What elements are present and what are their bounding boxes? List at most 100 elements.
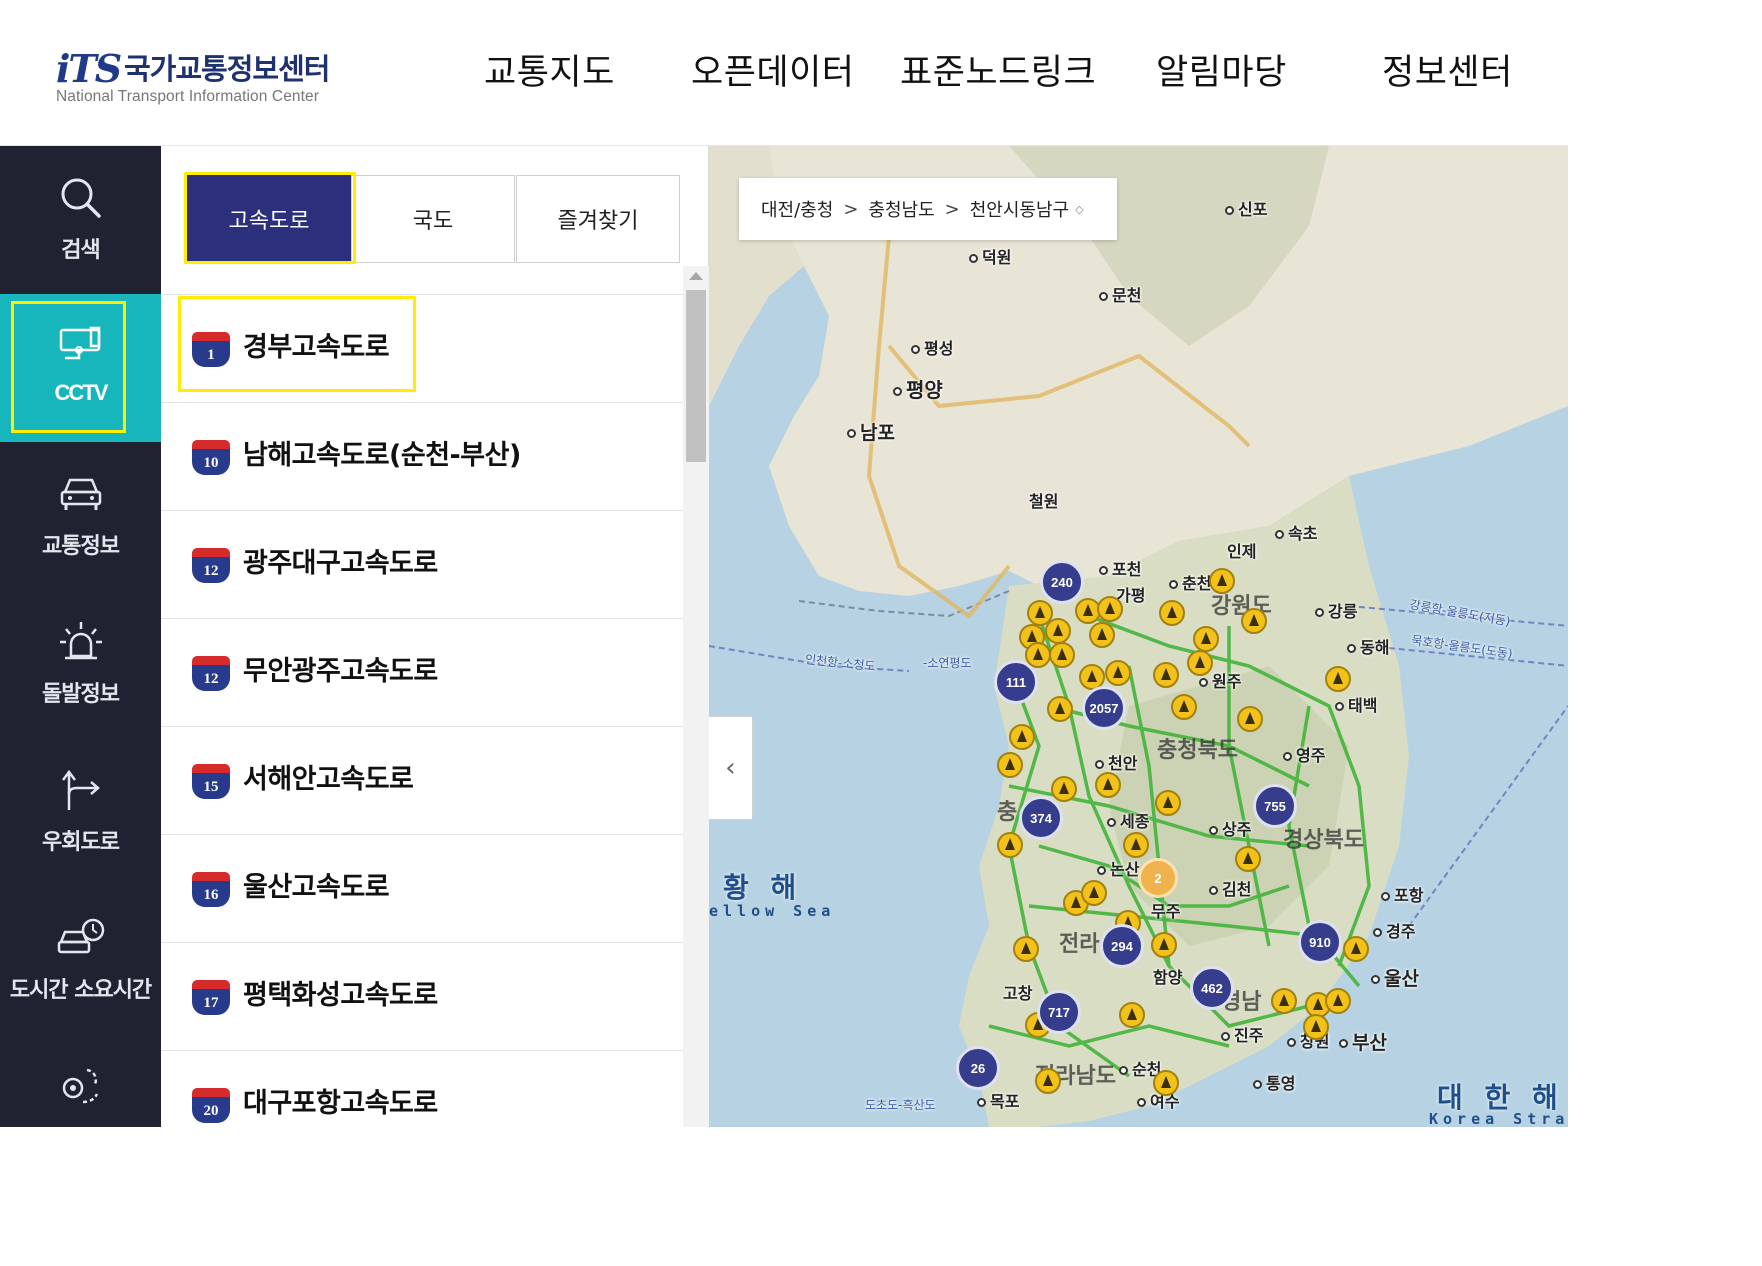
menu-standard-node-link[interactable]: 표준노드링크	[900, 44, 1096, 95]
its-logo-mark: iTS	[56, 46, 122, 91]
tab-label: 즐겨찾기	[557, 209, 639, 234]
cctv-cluster-marker[interactable]: 294	[1100, 924, 1144, 968]
incident-marker[interactable]	[1271, 988, 1297, 1014]
list-item[interactable]: 15 서해안고속도로	[161, 727, 683, 835]
list-item[interactable]: 10 남해고속도로(순천-부산)	[161, 403, 683, 511]
cctv-cluster-marker[interactable]: 755	[1253, 784, 1297, 828]
sidebar-item-traffic-info[interactable]: 교통정보	[0, 442, 161, 590]
cctv-cluster-marker[interactable]: 717	[1037, 990, 1081, 1034]
map-place-label: 철원	[1029, 492, 1059, 511]
list-item[interactable]: 16 울산고속도로	[161, 835, 683, 943]
incident-marker[interactable]	[1241, 608, 1267, 634]
cctv-cluster-marker[interactable]: 462	[1190, 966, 1234, 1010]
sidebar-item-travel-time[interactable]: 도시간 소요시간	[0, 886, 161, 1034]
incident-marker[interactable]	[1047, 696, 1073, 722]
cctv-cluster-marker[interactable]: 2057	[1082, 686, 1126, 730]
location-breadcrumb[interactable]: 대전/충청 > 충청남도 > 천안시동남구 ◇	[739, 178, 1117, 240]
scroll-up-arrow-icon[interactable]	[689, 272, 703, 280]
sidebar-nav: 검색 CCTV 교통정보 돌발정보 우회도로 도시간 소요시간	[0, 146, 161, 1127]
strait-name-sublabel: Korea Strait	[1429, 1110, 1568, 1127]
cctv-cluster-marker[interactable]: 26	[956, 1046, 1000, 1090]
menu-notice[interactable]: 알림마당	[1156, 44, 1287, 95]
its-logo[interactable]: iTS 국가교통정보센터 National Transport Informat…	[56, 44, 356, 108]
incident-marker[interactable]	[1051, 776, 1077, 802]
menu-open-data[interactable]: 오픈데이터	[691, 44, 855, 95]
incident-marker[interactable]	[1159, 600, 1185, 626]
incident-marker[interactable]	[1325, 988, 1351, 1014]
top-header: iTS 국가교통정보센터 National Transport Informat…	[0, 0, 1568, 146]
breadcrumb-region[interactable]: 대전/충청	[761, 196, 833, 222]
incident-marker[interactable]	[1171, 694, 1197, 720]
map-place-label: 논산	[1097, 856, 1139, 880]
panel-collapse-button[interactable]: ‹	[709, 716, 753, 820]
cctv-highlight-box	[11, 301, 126, 433]
sidebar-item-cctv[interactable]: CCTV	[0, 294, 161, 442]
sidebar-item-more[interactable]	[0, 1034, 161, 1182]
incident-cluster-marker[interactable]: 2	[1138, 858, 1178, 898]
incident-marker[interactable]	[1097, 596, 1123, 622]
list-item[interactable]: 1 경부고속도로	[161, 295, 683, 403]
list-scrollbar[interactable]	[683, 266, 709, 1127]
incident-marker[interactable]	[997, 832, 1023, 858]
incident-marker[interactable]	[1153, 1070, 1179, 1096]
incident-marker[interactable]	[1325, 666, 1351, 692]
incident-marker[interactable]	[1013, 936, 1039, 962]
traffic-map[interactable]: 대전/충청 > 충청남도 > 천안시동남구 ◇ ‹ 신포 덕원 문천 평성 평양…	[709, 146, 1568, 1127]
sidebar-item-label: 도시간 소요시간	[9, 978, 152, 1003]
list-item[interactable]: 20 대구포항고속도로	[161, 1051, 683, 1127]
incident-marker[interactable]	[1151, 932, 1177, 958]
incident-marker[interactable]	[1155, 790, 1181, 816]
incident-marker[interactable]	[1193, 626, 1219, 652]
breadcrumb-district[interactable]: 천안시동남구	[970, 196, 1069, 222]
incident-marker[interactable]	[1035, 1068, 1061, 1094]
list-item[interactable]: 17 평택화성고속도로	[161, 943, 683, 1051]
list-item[interactable]: 12 광주대구고속도로	[161, 511, 683, 619]
road-name: 광주대구고속도로	[243, 548, 438, 579]
breadcrumb-caret-icon[interactable]: ◇	[1075, 203, 1083, 216]
incident-marker[interactable]	[1237, 706, 1263, 732]
incident-marker[interactable]	[1303, 1014, 1329, 1040]
breadcrumb-province[interactable]: 충청남도	[868, 196, 934, 222]
cctv-cluster-marker[interactable]: 910	[1298, 920, 1342, 964]
tab-favorites[interactable]: 즐겨찾기	[516, 175, 680, 263]
incident-marker[interactable]	[1089, 622, 1115, 648]
sea-name-label: 황 해	[723, 871, 803, 904]
scroll-thumb[interactable]	[686, 290, 706, 462]
incident-marker[interactable]	[1045, 618, 1071, 644]
incident-marker[interactable]	[1049, 642, 1075, 668]
logo-title: 국가교통정보센터	[124, 52, 330, 86]
incident-marker[interactable]	[1153, 662, 1179, 688]
incident-marker[interactable]	[1009, 724, 1035, 750]
incident-marker[interactable]	[1235, 846, 1261, 872]
incident-marker[interactable]	[1119, 1002, 1145, 1028]
map-place-label: 목포	[977, 1088, 1019, 1112]
map-place-label: 동해	[1347, 634, 1389, 658]
incident-marker[interactable]	[1343, 936, 1369, 962]
menu-traffic-map[interactable]: 교통지도	[484, 44, 615, 95]
incident-marker[interactable]	[1095, 772, 1121, 798]
menu-info-center[interactable]: 정보센터	[1382, 44, 1513, 95]
sidebar-item-incident[interactable]: 돌발정보	[0, 590, 161, 738]
incident-marker[interactable]	[1123, 832, 1149, 858]
highway-shield-icon: 1	[192, 332, 230, 367]
map-place-label: 춘천	[1169, 570, 1211, 594]
cctv-cluster-marker[interactable]: 240	[1040, 560, 1084, 604]
incident-marker[interactable]	[1209, 568, 1235, 594]
car-clock-icon	[57, 918, 104, 954]
cctv-cluster-marker[interactable]: 111	[994, 660, 1038, 704]
list-item[interactable]: 12 무안광주고속도로	[161, 619, 683, 727]
ferry-route-label: 도초도-흑산도	[865, 1098, 936, 1112]
map-place-label: 상주	[1209, 816, 1251, 840]
tab-expressway[interactable]: 고속도로	[187, 175, 351, 263]
incident-marker[interactable]	[1081, 880, 1107, 906]
incident-marker[interactable]	[1105, 660, 1131, 686]
incident-marker[interactable]	[997, 752, 1023, 778]
sidebar-item-detour[interactable]: 우회도로	[0, 738, 161, 886]
incident-marker[interactable]	[1187, 650, 1213, 676]
logo-subtitle: National Transport Information Center	[56, 88, 320, 105]
map-place-label: 무주	[1151, 902, 1181, 921]
sidebar-item-search[interactable]: 검색	[0, 146, 161, 294]
cctv-cluster-marker[interactable]: 374	[1019, 796, 1063, 840]
tab-national-road[interactable]: 국도	[351, 175, 515, 263]
map-place-label: 진주	[1221, 1022, 1263, 1046]
